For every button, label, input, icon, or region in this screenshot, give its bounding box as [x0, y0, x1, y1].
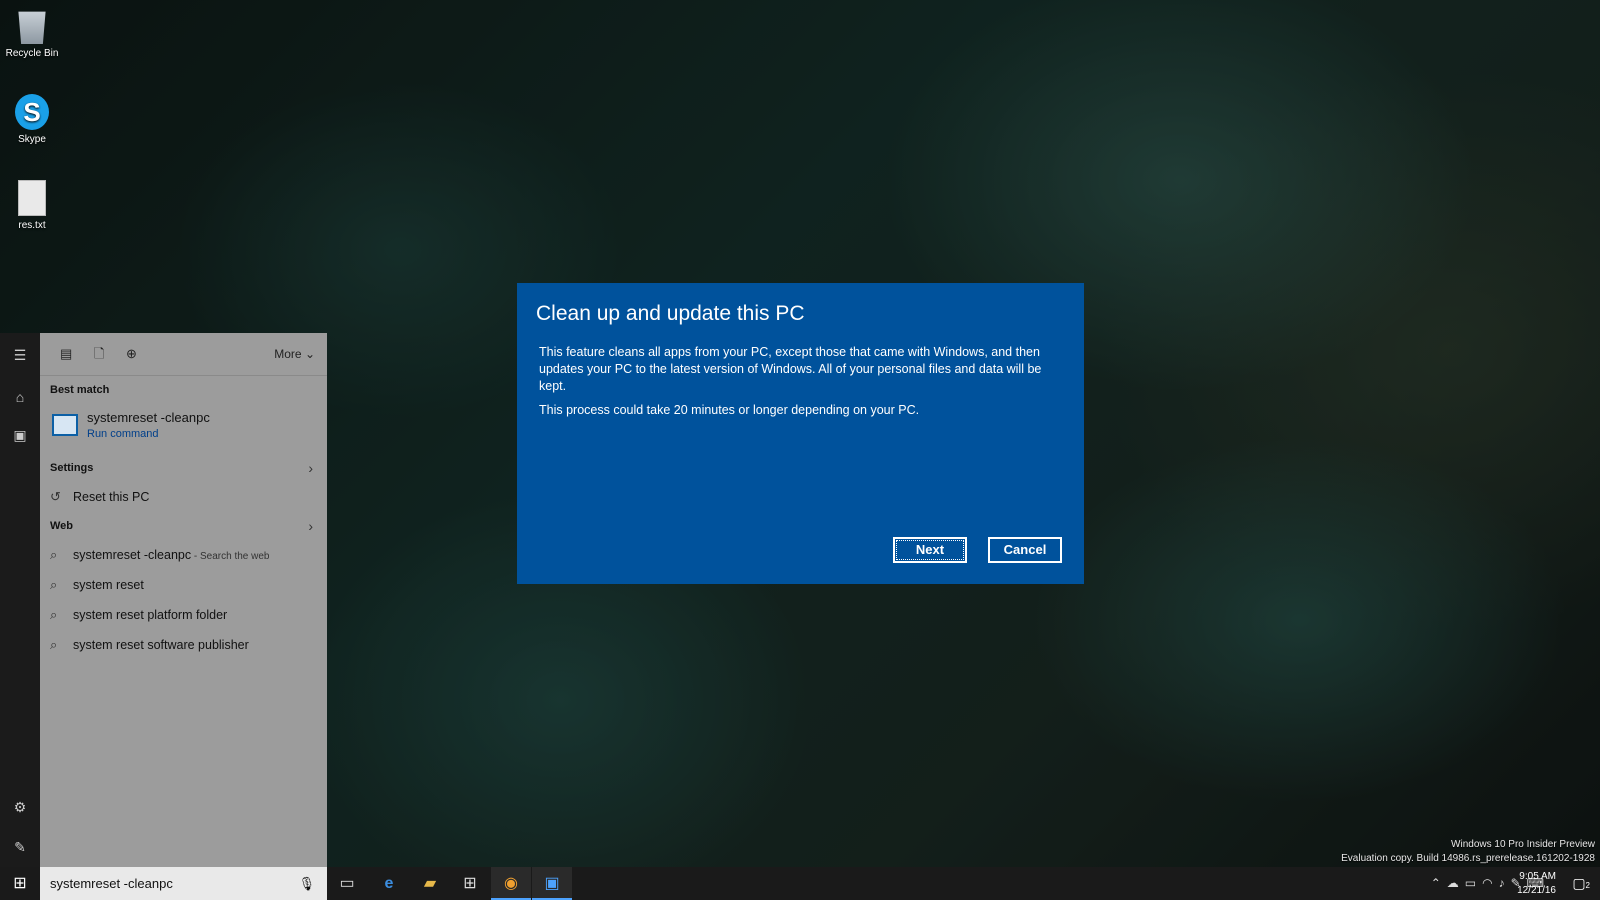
- settings-item-label: Reset this PC: [73, 490, 150, 504]
- documents-filter-icon[interactable]: 🗋: [94, 347, 108, 361]
- volume-icon[interactable]: ♪: [1499, 876, 1511, 890]
- desktop-icon-label: Skype: [18, 134, 46, 145]
- chevron-down-icon: ⌄: [304, 347, 315, 361]
- web-suggestion-label: systemreset -cleanpc: [73, 548, 192, 562]
- settings-header-label: Settings: [50, 462, 94, 474]
- web-suggestion[interactable]: ⌕ system reset software publisher: [40, 630, 327, 660]
- search-results-panel: ▤ 🗋 ⊕ More ⌄ Best match systemreset -cle…: [40, 333, 327, 867]
- cancel-button[interactable]: Cancel: [988, 537, 1062, 563]
- wifi-icon[interactable]: ◠: [1482, 876, 1498, 890]
- clock[interactable]: 9:05 AM 12/21/16: [1517, 870, 1556, 898]
- web-section-header[interactable]: Web ›: [40, 512, 327, 540]
- web-suggestion-label: system reset software publisher: [73, 638, 249, 652]
- web-suggestion[interactable]: ⌕ system reset: [40, 570, 327, 600]
- recycle-bin-icon: [18, 11, 46, 44]
- best-match-subtitle: Run command: [87, 428, 159, 440]
- apps-filter-icon[interactable]: ▤: [60, 347, 74, 361]
- file-explorer-icon[interactable]: ▰: [410, 867, 450, 900]
- search-icon: ⌕: [50, 547, 58, 562]
- action-center-icon[interactable]: ▢2: [1572, 875, 1590, 892]
- clock-time: 9:05 AM: [1519, 871, 1556, 882]
- settings-gear-icon[interactable]: ⚙: [12, 799, 28, 815]
- search-icon: ⌕: [50, 577, 58, 592]
- chevron-up-icon[interactable]: ⌃: [1431, 876, 1447, 890]
- web-suggestion-label: system reset platform folder: [73, 608, 228, 622]
- feedback-icon[interactable]: ✎: [12, 839, 28, 855]
- skype-icon: S: [15, 94, 49, 130]
- search-input[interactable]: systemreset -cleanpc 🎙: [40, 867, 327, 900]
- build-watermark: Windows 10 Pro Insider Preview Evaluatio…: [1341, 838, 1595, 866]
- onedrive-icon[interactable]: ☁: [1447, 876, 1465, 890]
- watermark-line: Evaluation copy. Build 14986.rs_prerelea…: [1341, 853, 1595, 864]
- dialog-duration-text: This process could take 20 minutes or lo…: [539, 403, 920, 417]
- windows-start-icon[interactable]: ⊞: [0, 867, 40, 900]
- edge-browser-icon[interactable]: e: [369, 867, 409, 900]
- desktop-icon-skype[interactable]: S Skype: [4, 94, 60, 145]
- search-query-text: systemreset -cleanpc: [50, 876, 173, 891]
- dialog-body-text: This feature cleans all apps from your P…: [539, 345, 1042, 393]
- dialog-title: Clean up and update this PC: [536, 302, 805, 325]
- more-filters-button[interactable]: More ⌄: [274, 347, 315, 361]
- store-icon[interactable]: ⊞: [450, 867, 490, 900]
- microphone-icon[interactable]: 🎙: [298, 867, 315, 900]
- web-suggestion[interactable]: ⌕ system reset platform folder: [40, 600, 327, 630]
- search-icon: ⌕: [50, 607, 58, 622]
- settings-section-header[interactable]: Settings ›: [40, 454, 327, 482]
- clean-up-dialog: Clean up and update this PC This feature…: [517, 283, 1084, 584]
- web-suggestion-sub: - Search the web: [191, 551, 270, 562]
- paint-app-icon[interactable]: ◉: [491, 867, 531, 900]
- text-file-icon: [18, 180, 46, 216]
- search-icon: ⌕: [50, 637, 58, 652]
- clock-date: 12/21/16: [1517, 885, 1556, 896]
- notebook-icon[interactable]: ▣: [12, 427, 28, 443]
- web-header-label: Web: [50, 520, 74, 532]
- best-match-item[interactable]: systemreset -cleanpc Run command: [40, 404, 327, 454]
- chevron-right-icon: ›: [308, 518, 313, 534]
- more-label: More: [274, 347, 302, 361]
- desktop-icon-recycle-bin[interactable]: Recycle Bin: [4, 8, 60, 59]
- next-button[interactable]: Next: [893, 537, 967, 563]
- desktop-icon-label: Recycle Bin: [5, 48, 59, 59]
- notification-count: 2: [1585, 881, 1590, 890]
- web-suggestion[interactable]: ⌕ systemreset -cleanpc - Search the web: [40, 540, 327, 570]
- taskbar: ⊞ ▭ e ▰ ⊞ ◉ ▣ systemreset -cleanpc 🎙 ⌃☁▭…: [0, 867, 1600, 900]
- settings-item-reset-this-pc[interactable]: ↺ Reset this PC: [40, 482, 327, 512]
- start-rail: ☰ ⌂ ▣ ⚙ ✎: [0, 333, 40, 867]
- web-filter-icon[interactable]: ⊕: [126, 347, 140, 361]
- search-filter-toolbar: ▤ 🗋 ⊕ More ⌄: [40, 333, 327, 376]
- run-command-icon: [52, 414, 78, 436]
- hamburger-menu-icon[interactable]: ☰: [12, 347, 28, 363]
- task-view-icon[interactable]: ▭: [327, 867, 367, 900]
- battery-icon[interactable]: ▭: [1465, 876, 1482, 890]
- desktop-icon-res-txt[interactable]: res.txt: [4, 180, 60, 231]
- home-icon[interactable]: ⌂: [12, 389, 28, 405]
- run-command-app-icon[interactable]: ▣: [532, 867, 572, 900]
- web-suggestion-label: system reset: [73, 578, 144, 592]
- watermark-line: Windows 10 Pro Insider Preview: [1451, 839, 1595, 850]
- best-match-title: systemreset -cleanpc: [87, 410, 210, 425]
- history-icon: ↺: [50, 489, 61, 504]
- chevron-right-icon: ›: [308, 460, 313, 476]
- desktop-icon-label: res.txt: [18, 220, 46, 231]
- best-match-header: Best match: [50, 384, 110, 396]
